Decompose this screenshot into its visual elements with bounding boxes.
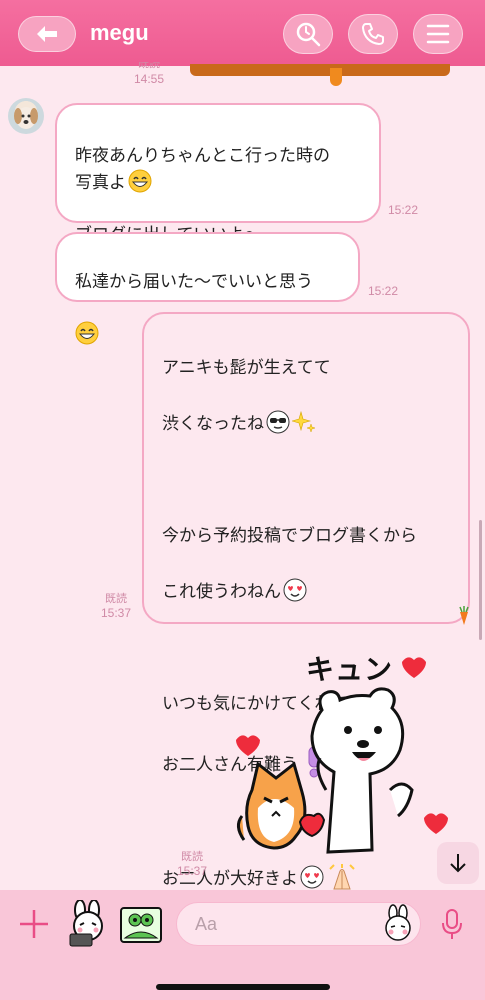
message-text: アニキも髭が生えてて <box>162 358 331 378</box>
menu-button[interactable] <box>413 14 463 54</box>
chat-header: megu <box>0 0 485 66</box>
message-bubble[interactable]: 昨夜あんりちゃんとこ行った時の 写真よ ブログに出していいよ〜 <box>55 103 381 245</box>
call-button[interactable] <box>348 14 398 54</box>
read-receipt: 既読 15:37 <box>177 851 208 878</box>
carrot-icon <box>459 606 469 625</box>
emoji-button-icon[interactable] <box>382 904 414 944</box>
sparkles-icon <box>292 410 316 433</box>
message-bubble[interactable]: 私達から届いた〜でいいと思う <box>55 232 360 345</box>
message-text: 昨夜あんりちゃんとこ行った時の 写真よ <box>75 146 330 193</box>
composer-bar: Aa <box>0 890 485 1000</box>
heart-eyes-emoji-icon <box>283 578 307 602</box>
grin-emoji-icon <box>128 169 152 193</box>
search-button[interactable] <box>283 14 333 54</box>
sunglasses-emoji-icon <box>266 410 290 434</box>
scrollbar[interactable] <box>479 520 482 640</box>
message-text: 今から予約投稿でブログ書くから <box>162 526 417 546</box>
avatar[interactable] <box>8 98 44 134</box>
scroll-to-bottom-button[interactable] <box>437 842 479 884</box>
grin-emoji-icon <box>75 321 99 345</box>
menu-icon <box>426 24 450 44</box>
chat-title: megu <box>90 20 149 45</box>
input-placeholder: Aa <box>195 914 218 934</box>
message-text: 渋くなったね <box>162 414 264 434</box>
read-receipt: 既読 14:55 <box>134 62 165 86</box>
chevron-down-icon <box>450 854 466 873</box>
sticker-image[interactable] <box>190 64 450 86</box>
home-indicator <box>156 984 330 990</box>
image-button-icon[interactable] <box>119 906 163 944</box>
message-time: 15:22 <box>368 284 399 298</box>
back-button[interactable] <box>18 16 76 52</box>
sticker-button-icon[interactable] <box>66 900 110 948</box>
phone-icon <box>362 23 384 45</box>
message-bubble[interactable]: アニキも髭が生えてて 渋くなったね 今から予約投稿でブログ書くから これ使うわね… <box>142 312 470 890</box>
search-icon <box>296 22 321 47</box>
plus-icon[interactable] <box>18 908 50 940</box>
back-arrow-icon <box>37 26 57 42</box>
read-receipt: 既読 15:37 <box>101 593 132 620</box>
microphone-icon[interactable] <box>440 908 464 940</box>
message-text: これ使うわねん <box>162 582 281 602</box>
message-time: 15:22 <box>388 203 419 217</box>
message-text: 私達から届いた〜でいいと思う <box>75 272 313 292</box>
sticker-image[interactable]: キュン <box>230 640 480 870</box>
